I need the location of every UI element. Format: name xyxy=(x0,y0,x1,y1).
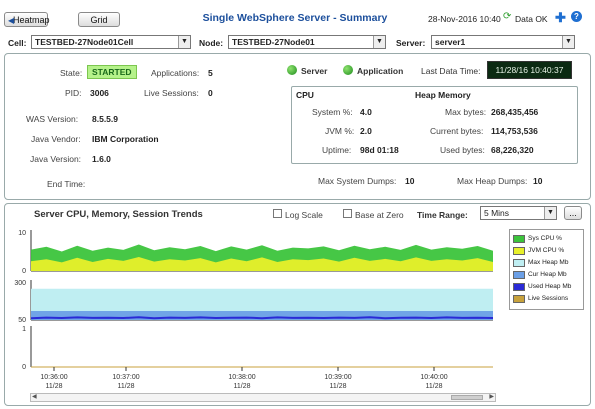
current-bytes-label: Current bytes: xyxy=(430,126,484,136)
heap-title: Heap Memory xyxy=(415,90,471,100)
refresh-icon: ⟳ xyxy=(503,11,512,22)
legend-swatch-sys-cpu xyxy=(513,235,525,243)
server-select[interactable]: server1 ▼ xyxy=(431,35,575,49)
trends-panel xyxy=(4,203,591,406)
add-icon[interactable]: ✚ xyxy=(555,10,566,26)
jvm-pct-label: JVM %: xyxy=(325,126,355,136)
uptime-label: Uptime: xyxy=(322,145,352,155)
current-bytes-value: 114,753,536 xyxy=(491,126,538,136)
java-vendor-value: IBM Corporation xyxy=(92,134,159,144)
scroll-left-icon[interactable]: ◀ xyxy=(32,393,37,400)
legend-label-jvm-cpu: JVM CPU % xyxy=(528,247,565,254)
scroll-right-icon[interactable]: ▶ xyxy=(489,393,494,400)
log-scale-checkbox[interactable] xyxy=(273,209,282,218)
x-tick-date: 11/28 xyxy=(45,383,63,390)
legend-label-live-sessions: Live Sessions xyxy=(528,295,569,302)
trends-title: Server CPU, Memory, Session Trends xyxy=(34,209,203,220)
x-tick-date: 11/28 xyxy=(233,383,251,390)
legend-label-used-heap-mb: Used Heap Mb xyxy=(528,283,572,290)
legend-swatch-max-heap-mb xyxy=(513,259,525,267)
x-tick-label: 10:37:00 11/28 xyxy=(106,373,146,391)
x-tick-date: 11/28 xyxy=(329,383,347,390)
chevron-down-icon: ▼ xyxy=(544,207,556,219)
last-data-label: Last Data Time: xyxy=(421,66,481,76)
pid-label: PID: xyxy=(65,88,82,98)
last-data-value: 11/28/16 10:40:37 xyxy=(487,61,572,79)
base-zero-checkbox[interactable] xyxy=(343,209,352,218)
legend-swatch-cur-heap-mb xyxy=(513,271,525,279)
chevron-down-icon: ▼ xyxy=(178,36,190,48)
x-tick-label: 10:36:00 11/28 xyxy=(34,373,74,391)
used-bytes-label: Used bytes: xyxy=(440,145,485,155)
legend-label-cur-heap-mb: Cur Heap Mb xyxy=(528,271,567,278)
was-version-label: WAS Version: xyxy=(26,114,79,124)
max-sys-dumps-value: 10 xyxy=(405,176,415,186)
data-ok-status: ⟳ Data OK xyxy=(503,11,548,24)
more-button[interactable]: ... xyxy=(564,206,582,220)
was-version-value: 8.5.5.9 xyxy=(92,114,118,124)
system-pct-value: 4.0 xyxy=(360,107,372,117)
application-status-label: Application xyxy=(357,66,404,76)
pid-value: 3006 xyxy=(90,88,109,98)
legend-swatch-live-sessions xyxy=(513,295,525,303)
legend-swatch-used-heap-mb xyxy=(513,283,525,291)
sessions-value: 0 xyxy=(208,88,213,98)
state-badge: STARTED xyxy=(87,65,137,79)
node-label: Node: xyxy=(199,38,224,48)
java-version-label: Java Version: xyxy=(30,154,82,164)
cpu-title: CPU xyxy=(296,90,314,100)
legend-label-max-heap-mb: Max Heap Mb xyxy=(528,259,569,266)
max-sys-dumps-label: Max System Dumps: xyxy=(318,176,397,186)
x-tick-date: 11/28 xyxy=(425,383,443,390)
server-status-icon xyxy=(287,65,297,75)
server-label: Server: xyxy=(396,38,426,48)
grid-button[interactable]: Grid xyxy=(78,12,120,27)
x-tick-label: 10:39:00 11/28 xyxy=(318,373,358,391)
end-time-label: End Time: xyxy=(47,179,86,189)
max-bytes-value: 268,435,456 xyxy=(491,107,539,117)
jvm-pct-value: 2.0 xyxy=(360,126,372,136)
legend-label-sys-cpu: Sys CPU % xyxy=(528,235,562,242)
base-zero-label: Base at Zero xyxy=(355,210,404,220)
scroll-thumb[interactable] xyxy=(451,395,483,400)
max-bytes-label: Max bytes: xyxy=(445,107,487,117)
legend-swatch-jvm-cpu xyxy=(513,247,525,255)
time-range-label: Time Range: xyxy=(417,210,468,220)
sessions-label: Live Sessions: xyxy=(144,88,199,98)
state-label: State: xyxy=(60,68,83,78)
help-icon[interactable]: ? xyxy=(571,11,582,22)
x-tick-label: 10:38:00 11/28 xyxy=(222,373,262,391)
x-tick-date: 11/28 xyxy=(117,383,135,390)
system-pct-label: System %: xyxy=(312,107,353,117)
chevron-down-icon: ▼ xyxy=(373,36,385,48)
header-datetime: 28-Nov-2016 10:40 xyxy=(428,14,501,24)
page-title: Single WebSphere Server - Summary xyxy=(202,12,388,24)
x-tick-label: 10:40:00 11/28 xyxy=(414,373,454,391)
java-vendor-label: Java Vendor: xyxy=(31,134,81,144)
applications-label: Applications: xyxy=(151,68,200,78)
max-heap-dumps-value: 10 xyxy=(533,176,543,186)
time-range-select[interactable]: 5 Mins ▼ xyxy=(480,206,557,220)
server-status-label: Server xyxy=(301,66,328,76)
cell-label: Cell: xyxy=(8,38,27,48)
java-version-value: 1.6.0 xyxy=(92,154,111,164)
uptime-value: 98d 01:18 xyxy=(360,145,399,155)
chart-scrollbar[interactable]: ◀ ▶ xyxy=(30,393,496,402)
used-bytes-value: 68,226,320 xyxy=(491,145,534,155)
chevron-down-icon: ▼ xyxy=(562,36,574,48)
cell-select[interactable]: TESTBED-27Node01Cell ▼ xyxy=(31,35,191,49)
back-arrow-icon: ◀ xyxy=(8,16,15,25)
applications-value: 5 xyxy=(208,68,213,78)
max-heap-dumps-label: Max Heap Dumps: xyxy=(457,176,528,186)
heatmap-button[interactable]: ◀ Heatmap xyxy=(4,12,50,27)
log-scale-label: Log Scale xyxy=(285,210,323,220)
application-status-icon xyxy=(343,65,353,75)
node-select[interactable]: TESTBED-27Node01 ▼ xyxy=(228,35,386,49)
